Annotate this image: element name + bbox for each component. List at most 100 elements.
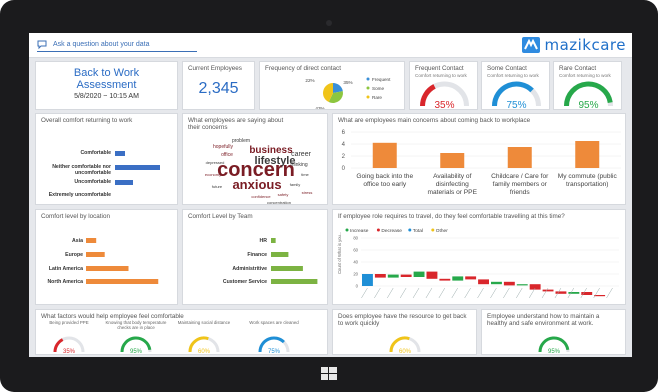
factor-gauge-arc <box>53 338 64 353</box>
windows-start-icon[interactable] <box>318 366 340 382</box>
concern-label-line: family members or <box>493 181 548 188</box>
contact-gauge-card: Rare Contact Comfort returning to work 95% <box>553 61 622 110</box>
legend-entry: Other <box>436 228 448 234</box>
concern-label: Availability of disinfecting materials or … <box>428 173 478 196</box>
concern-label-line: Availability of <box>433 173 472 180</box>
comfort-overall-title: Overall comfort returning to work <box>41 117 133 124</box>
top-bar: Ask a question about your data mazikcare <box>29 33 632 58</box>
concerns-card: What are employees main concerns about c… <box>332 113 626 205</box>
cloud-word: office <box>221 152 233 158</box>
employees-value: 2,345 <box>198 80 239 97</box>
waterfall-bar <box>362 274 373 286</box>
cloud-word: future <box>212 184 223 189</box>
factor-label-line: Work spaces are cleaned <box>249 320 299 325</box>
concern-label: Childcare / Care for family members or fri… <box>491 173 549 196</box>
x-tick-mark <box>464 287 471 299</box>
legend-swatch <box>366 86 370 90</box>
concern-bar <box>440 153 465 168</box>
x-tick-mark <box>451 287 458 299</box>
comfort-bar-label: Uncomfortable <box>74 179 111 185</box>
contact-gauge-card: Frequent Contact Comfort returning to wor… <box>409 61 478 110</box>
contact-gauge-value: 95% <box>578 100 598 110</box>
factor-label: Work spaces are cleaned <box>249 320 299 325</box>
factor-gauge-value: 75% <box>268 349 281 355</box>
concern-label-line: office too early <box>363 181 406 188</box>
assessment-card: Back to Work Assessment 5/8/2020 ~ 10:15… <box>35 61 178 110</box>
comfort-bar-label: Extremely uncomfortable <box>48 192 111 198</box>
x-tick-mark <box>374 287 381 299</box>
y-tick-label: 2 <box>342 154 346 160</box>
x-tick-mark <box>387 287 394 299</box>
factor-gauge-value: 60% <box>198 349 211 355</box>
location-bar <box>86 252 105 257</box>
y-tick-label: 4 <box>342 142 346 148</box>
location-label: North America <box>47 279 83 285</box>
x-tick-mark <box>593 287 600 299</box>
chat-icon <box>37 40 47 50</box>
logo-mark-icon <box>522 37 541 53</box>
dashboard-screen: Ask a question about your data mazikcare… <box>29 33 632 357</box>
waterfall-bar <box>568 292 580 294</box>
comfort-bar <box>115 180 133 185</box>
location-card: Comfort level by location Asia Europe Lati… <box>35 209 178 305</box>
team-bar <box>271 279 318 284</box>
waterfall-bar <box>426 271 438 279</box>
comfort-bar <box>115 165 160 170</box>
factors-card: What factors would help employee feel co… <box>35 309 328 355</box>
location-bar <box>86 266 129 271</box>
location-label: Latin America <box>49 266 83 272</box>
comfort-bar <box>115 151 125 156</box>
employees-label: Current Employees <box>188 65 242 72</box>
x-tick-mark <box>412 287 420 299</box>
team-label: Administritive <box>232 266 267 272</box>
pie-slice-label: 43% <box>315 106 324 110</box>
cloud-word: time <box>301 172 309 177</box>
location-label: Europe <box>65 252 83 258</box>
team-bar <box>271 238 276 243</box>
frequency-pie-chart: 22% Frequent 35% Some 43% Rare <box>305 77 391 110</box>
cloud-word: hopefully <box>213 144 234 150</box>
waterfall-bar <box>387 274 399 278</box>
legend-entry: Frequent <box>372 77 391 82</box>
waterfall-bar <box>542 289 554 292</box>
contact-gauge: 35% <box>420 81 469 110</box>
travel-card: If employee role requires to travel, do … <box>332 209 626 305</box>
healthy-title: Employee understand how to maintain a he… <box>487 313 600 327</box>
location-title: Comfort level by location <box>41 213 110 220</box>
contact-gauge-title: Frequent Contact <box>415 65 464 72</box>
qa-search-box[interactable]: Ask a question about your data <box>37 38 197 52</box>
cloud-word: anxious <box>232 177 281 192</box>
waterfall-bar <box>555 291 567 294</box>
waterfall-bar <box>452 276 464 281</box>
concern-label-line: disinfecting <box>436 181 469 188</box>
factor-label-line: Being provided PPE <box>49 320 88 325</box>
factor-gauge-value: 35% <box>63 349 76 355</box>
concern-label-line: Going back into the <box>356 173 413 180</box>
cloud-word: depressed <box>206 160 225 165</box>
concern-label: My commute (public transportation) <box>558 173 618 188</box>
assessment-datetime: 5/8/2020 ~ 10:15 AM <box>74 93 139 100</box>
contact-gauge-arc <box>420 84 436 107</box>
cloud-word: business <box>249 145 293 156</box>
employees-card: Current Employees 2,345 <box>182 61 255 110</box>
frequency-title: Frequency of direct contact <box>265 65 341 72</box>
cloud-word: economy <box>205 172 221 177</box>
word-cloud: concernanxiouslifestylebusinesscareerhop… <box>205 138 312 204</box>
concern-label-line: materials or PPE <box>428 189 478 196</box>
legend-swatch <box>408 228 412 232</box>
y-tick-label: 6 <box>342 130 346 136</box>
x-tick-mark <box>477 287 484 299</box>
x-tick-mark <box>606 287 613 299</box>
healthy-gauge: 95% <box>538 336 570 354</box>
factor-label-line: Maintaining social distance <box>178 320 231 325</box>
waterfall-bar <box>374 274 386 278</box>
concern-bar <box>575 141 600 168</box>
brand-name: mazikcare <box>544 36 626 54</box>
team-bar-chart: HR Finance Administritive Customer Service <box>223 238 318 285</box>
waterfall-bar <box>516 284 528 286</box>
location-bar <box>86 279 159 284</box>
x-tick-mark <box>438 287 446 299</box>
factor-label: Knowing that body temperature checks are … <box>105 320 167 330</box>
team-label: Finance <box>247 252 267 258</box>
contact-gauge-value: 35% <box>434 100 454 110</box>
